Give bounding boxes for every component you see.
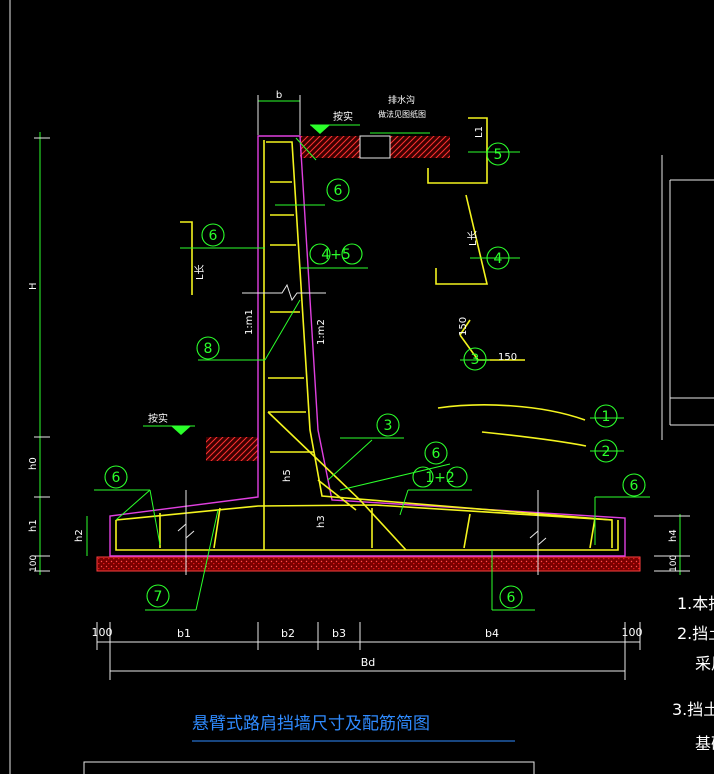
label-h100: 100 <box>29 555 39 572</box>
label-h2: h2 <box>74 529 85 542</box>
note-3: 3.挡土 <box>672 700 714 719</box>
label-150b: 150 <box>498 352 517 363</box>
label-backfill-top: 按实 <box>333 110 353 123</box>
callout-4-label: 4 <box>494 251 503 267</box>
label-150a: 150 <box>458 317 469 336</box>
rebar-group <box>115 117 619 551</box>
elevation-marker-low <box>171 426 191 435</box>
elevation-marker-top <box>310 125 330 134</box>
callout-6-bottom-label: 6 <box>507 590 516 606</box>
label-h5: h5 <box>282 469 293 482</box>
break-symbols <box>177 283 547 575</box>
dim-b4: b4 <box>485 627 499 640</box>
callout-45-label: 4+5 <box>321 247 351 263</box>
callout-3-right-label: 3 <box>471 352 480 368</box>
label-m2: 1:m2 <box>316 319 327 345</box>
backfill-hatch-low <box>206 437 258 461</box>
label-h3: h3 <box>316 515 327 528</box>
dim-b2: b2 <box>281 627 295 640</box>
callout-6-top-label: 6 <box>334 183 343 199</box>
label-h0: h0 <box>28 457 39 470</box>
callout-6-leftfoot-label: 6 <box>112 470 121 486</box>
callout-8-label: 8 <box>204 341 213 357</box>
label-m1: 1:m1 <box>244 309 255 335</box>
lower-table-frame <box>83 761 535 774</box>
note-2: 2.挡土 <box>677 624 714 643</box>
callout-12-label: 1+2 <box>425 470 455 486</box>
label-L-side: L长 <box>467 230 479 246</box>
callout-7-label: 7 <box>154 589 163 605</box>
callout-3-label: 3 <box>384 418 393 434</box>
drawing-title: 悬臂式路肩挡墙尺寸及配筋简图 <box>192 714 430 734</box>
dim-100a: 100 <box>92 626 113 639</box>
label-L1: L1 <box>474 126 485 138</box>
callout-2-label: 2 <box>602 444 611 460</box>
dim-100b: 100 <box>622 626 643 639</box>
callout-6-rightfoot-label: 6 <box>630 478 639 494</box>
note-2b: 采用 <box>695 654 714 673</box>
label-h4r: h4 <box>668 529 679 542</box>
label-b: b <box>276 90 282 101</box>
dim-b3: b3 <box>332 627 346 640</box>
note-3b: 基础 <box>695 734 714 753</box>
note-1: 1.本挡 <box>677 594 714 613</box>
dim-Bd: Bd <box>361 656 376 669</box>
label-drain-1: 排水沟 <box>388 94 415 106</box>
label-backfill-low: 按实 <box>148 412 168 425</box>
label-drain-2: 做法见图纸图 <box>378 109 426 119</box>
drawing-canvas: 5 6 6 4+5 4 8 3 1 3 6 2 1+2 6 6 7 6 b 按实… <box>9 0 714 774</box>
wall-outline <box>109 135 626 557</box>
callout-6-mid-label: 6 <box>432 446 441 462</box>
label-L-side2: L长 <box>194 264 206 280</box>
callout-6-left-label: 6 <box>209 228 218 244</box>
label-h100r: 100 <box>669 555 679 572</box>
label-H: H <box>28 282 39 290</box>
callout-1-label: 1 <box>602 409 611 425</box>
dim-b1: b1 <box>177 627 191 640</box>
drain-ditch <box>359 135 391 159</box>
callout-5-label: 5 <box>494 147 503 163</box>
gravel-cushion <box>96 556 641 572</box>
label-h1: h1 <box>28 519 39 532</box>
